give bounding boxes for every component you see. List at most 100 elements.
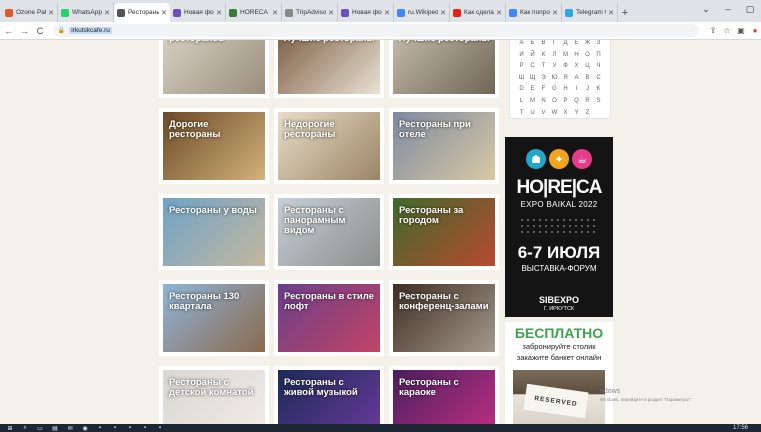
alphabet-letter[interactable]: Х <box>571 61 582 73</box>
alphabet-letter[interactable]: Е <box>571 40 582 50</box>
booking-banner[interactable]: БЕСПЛАТНО забронируйте столик закажите б… <box>505 322 613 424</box>
alphabet-letter[interactable]: N <box>538 96 549 108</box>
forward-icon[interactable]: → <box>18 24 32 38</box>
alphabet-letter[interactable]: Г <box>549 40 560 50</box>
alphabet-letter[interactable]: А <box>516 40 527 50</box>
alphabet-letter[interactable]: У <box>549 61 560 73</box>
alphabet-letter[interactable]: A <box>571 73 582 85</box>
url-text[interactable]: irkutskcafe.ru <box>69 27 112 34</box>
restaurant-category-card[interactable]: Рестораны с караоке <box>389 366 499 424</box>
restaurant-category-card[interactable]: ресторанов <box>159 40 269 98</box>
category-title[interactable]: Рестораны за городом <box>399 206 491 226</box>
alphabet-letter[interactable]: H <box>560 84 571 96</box>
alphabet-letter[interactable]: Y <box>571 108 582 120</box>
alphabet-letter[interactable]: И <box>516 50 527 62</box>
browser-tab[interactable]: Рестораны Ир✕ <box>114 3 170 22</box>
category-title[interactable]: Дорогие рестораны <box>169 120 261 140</box>
alphabet-letter[interactable]: Ц <box>582 61 593 73</box>
alphabet-letter[interactable]: Ч <box>593 61 604 73</box>
browser-tab[interactable]: WhatsApp ✕ <box>58 3 114 22</box>
alphabet-letter[interactable]: P <box>560 96 571 108</box>
alphabet-letter[interactable]: Д <box>560 40 571 50</box>
app-icon[interactable]: ▪ <box>141 425 149 431</box>
close-icon[interactable]: ✕ <box>216 9 222 17</box>
alphabet-letter[interactable]: Б <box>527 40 538 50</box>
category-title[interactable]: Рестораны с живой музыкой <box>284 378 376 398</box>
reload-icon[interactable]: C <box>33 24 47 38</box>
profile-icon[interactable]: ● <box>749 25 761 37</box>
browser-tab[interactable]: Новая форма✕ <box>338 3 394 22</box>
alphabet-letter[interactable]: Э <box>538 73 549 85</box>
app-icon[interactable]: ▪ <box>96 425 104 431</box>
search-icon[interactable]: ⌕ <box>21 425 29 431</box>
browser-tab[interactable]: Ozone Pattern✕ <box>2 3 58 22</box>
alphabet-letter[interactable]: G <box>549 84 560 96</box>
browser-tab[interactable]: Как попросить✕ <box>506 3 562 22</box>
alphabet-letter[interactable]: W <box>549 108 560 120</box>
alphabet-letter[interactable]: Ф <box>560 61 571 73</box>
share-icon[interactable]: ⇪ <box>707 25 719 37</box>
close-icon[interactable]: ✕ <box>48 9 54 17</box>
alphabet-letter[interactable]: D <box>516 84 527 96</box>
restaurant-category-card[interactable]: Рестораны с живой музыкой <box>274 366 384 424</box>
browser-tab[interactable]: Как сделать✕ <box>450 3 506 22</box>
alphabet-letter[interactable]: V <box>538 108 549 120</box>
close-icon[interactable]: ✕ <box>384 9 390 17</box>
alphabet-letter[interactable]: В <box>538 40 549 50</box>
close-icon[interactable]: ✕ <box>328 9 334 17</box>
close-icon[interactable]: ✕ <box>608 9 614 17</box>
category-title[interactable]: Рестораны при отеле <box>399 120 491 140</box>
maximize-icon[interactable]: ▢ <box>739 0 761 18</box>
extension-icon[interactable]: ▣ <box>735 25 747 37</box>
alphabet-letter[interactable]: F <box>538 84 549 96</box>
close-icon[interactable]: ✕ <box>496 9 502 17</box>
alphabet-letter[interactable]: Z <box>582 108 593 120</box>
app-icon[interactable]: ▪ <box>111 425 119 431</box>
alphabet-letter[interactable]: Ж <box>582 40 593 50</box>
category-title[interactable]: Недорогие рестораны <box>284 120 376 140</box>
chevron-down-icon[interactable]: ⌄ <box>695 0 717 18</box>
close-icon[interactable]: ✕ <box>272 9 278 17</box>
bookmark-star-icon[interactable]: ☆ <box>721 25 733 37</box>
restaurant-category-card[interactable]: Рестораны у воды <box>159 194 269 270</box>
restaurant-category-card[interactable]: Рестораны в стиле лофт <box>274 280 384 356</box>
close-icon[interactable]: ✕ <box>440 9 446 17</box>
category-title[interactable]: Рестораны с караоке <box>399 378 491 398</box>
alphabet-letter[interactable]: М <box>560 50 571 62</box>
alphabet-letter[interactable]: П <box>593 50 604 62</box>
alphabet-letter[interactable]: Н <box>571 50 582 62</box>
category-title[interactable]: Рестораны с панорамным видом <box>284 206 376 236</box>
minimize-icon[interactable]: – <box>717 0 739 18</box>
explorer-icon[interactable]: ▤ <box>51 425 59 432</box>
new-tab-button[interactable]: + <box>618 3 632 22</box>
restaurant-category-card[interactable]: Лучшие рестораны <box>389 40 499 98</box>
alphabet-letter[interactable]: Т <box>538 61 549 73</box>
alphabet-letter[interactable]: X <box>560 108 571 120</box>
alphabet-letter[interactable]: U <box>527 108 538 120</box>
alphabet-letter[interactable]: T <box>516 108 527 120</box>
alphabet-letter[interactable]: Щ <box>527 73 538 85</box>
horeca-banner[interactable]: ☗ ✦ ☕ HO|RE|CA EXPO BAIKAL 2022 6-7 ИЮЛЯ… <box>505 137 613 317</box>
restaurant-category-card[interactable]: Рестораны с конференц-залами <box>389 280 499 356</box>
restaurant-category-card[interactable]: Недорогие рестораны <box>274 108 384 184</box>
restaurant-category-card[interactable]: Рестораны с панорамным видом <box>274 194 384 270</box>
restaurant-category-card[interactable]: Рестораны 130 квартала <box>159 280 269 356</box>
alphabet-letter[interactable]: Ю <box>549 73 560 85</box>
restaurant-category-card[interactable]: Дорогие рестораны <box>159 108 269 184</box>
alphabet-letter[interactable]: I <box>571 84 582 96</box>
restaurant-category-card[interactable]: Рестораны при отеле <box>389 108 499 184</box>
alphabet-letter[interactable]: Q <box>571 96 582 108</box>
alphabet-letter[interactable]: К <box>538 50 549 62</box>
app-icon[interactable]: ▪ <box>156 425 164 431</box>
app-icon[interactable]: ▪ <box>126 425 134 431</box>
alphabet-letter[interactable]: R <box>582 96 593 108</box>
browser-tab[interactable]: ru.Wikipedia✕ <box>394 3 450 22</box>
category-title[interactable]: Рестораны у воды <box>169 206 261 216</box>
alphabet-letter[interactable]: O <box>549 96 560 108</box>
alphabet-letter[interactable]: Ш <box>516 73 527 85</box>
browser-tab[interactable]: Новая форма✕ <box>170 3 226 22</box>
close-icon[interactable]: ✕ <box>161 9 167 17</box>
alphabet-letter[interactable]: С <box>527 61 538 73</box>
category-title[interactable]: Рестораны 130 квартала <box>169 292 261 312</box>
restaurant-category-card[interactable]: Рестораны с детской комнатой <box>159 366 269 424</box>
